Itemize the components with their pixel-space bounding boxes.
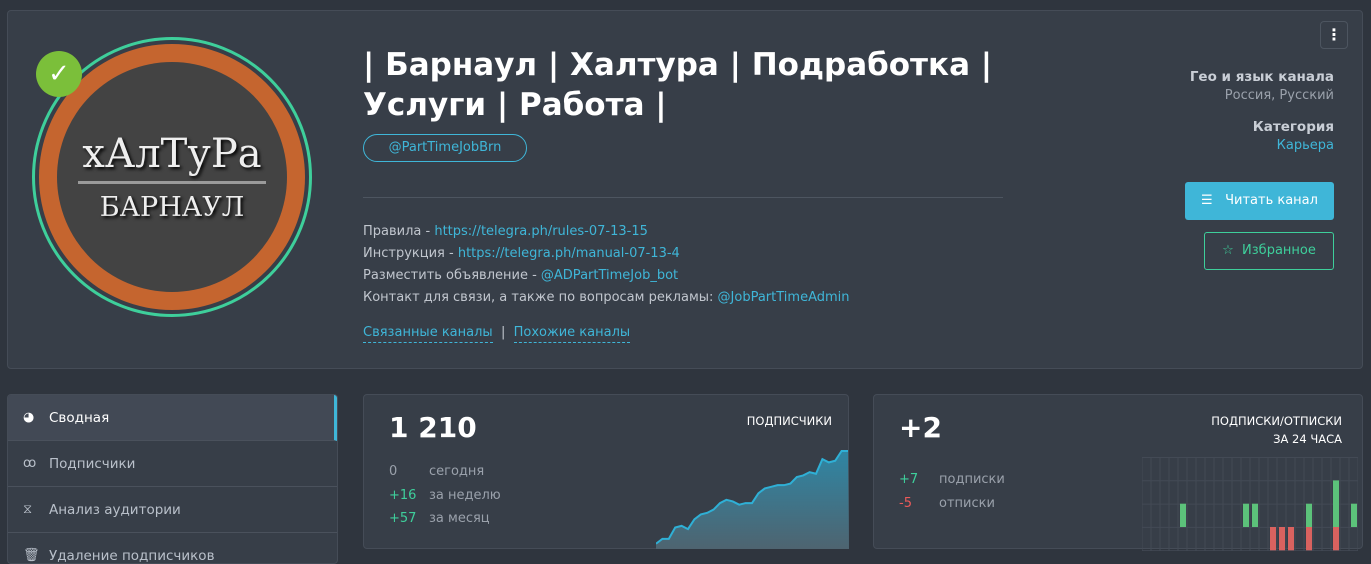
list-icon: ☰ <box>1201 193 1213 208</box>
sidebar-item-summary[interactable]: ◕ Сводная <box>8 395 337 441</box>
desc-text: Разместить объявление - <box>363 268 541 283</box>
subscribers-stats: 0 сегодня +16 за неделю +57 за месяц <box>389 460 501 531</box>
changes-bar-chart <box>1142 457 1358 551</box>
sidebar-label: Анализ аудитории <box>49 501 181 518</box>
rules-link[interactable]: https://telegra.ph/rules-07-13-15 <box>434 224 648 239</box>
desc-text: Контакт для связи, а также по вопросам р… <box>363 290 718 305</box>
geo-value: Россия, Русский <box>1224 88 1334 103</box>
channel-header: хАлТуРа БАРНАУЛ ✓ | Барнаул | Халтура | … <box>7 10 1363 369</box>
subscribe-bar <box>1252 503 1258 527</box>
divider <box>363 197 1003 198</box>
star-icon: ☆ <box>1222 243 1234 258</box>
logo-subtext: БАРНАУЛ <box>99 192 245 223</box>
stat-value: +7 <box>899 472 919 487</box>
verified-check-icon: ✓ <box>36 51 82 97</box>
category-label: Категория <box>1252 119 1334 135</box>
unsubscribe-bar <box>1279 527 1285 551</box>
sidebar-label: Удаление подписчиков <box>49 547 215 564</box>
similar-channels-link[interactable]: Похожие каналы <box>513 325 631 343</box>
stat-value: +57 <box>389 511 417 526</box>
geo-block: Гео и язык канала Россия, Русский <box>1190 69 1334 103</box>
stat-label: подписки <box>939 472 1005 487</box>
changes-stats: +7 подписки -5 отписки <box>899 468 1005 515</box>
sidebar-item-removal[interactable]: 🗑 Удаление подписчиков <box>8 533 337 564</box>
stat-label: за неделю <box>429 487 501 503</box>
changes-title: ПОДПИСКИ/ОТПИСКИ ЗА 24 ЧАСА <box>1211 412 1342 448</box>
unsubscribe-bar <box>1288 527 1294 551</box>
subscribe-bar <box>1333 480 1339 527</box>
bot-link[interactable]: @ADPartTimeJob_bot <box>541 268 678 283</box>
read-label: Читать канал <box>1225 193 1318 208</box>
stat-label: за месяц <box>429 511 490 526</box>
sidebar-label: Подписчики <box>49 455 136 472</box>
changes-card: +2 ПОДПИСКИ/ОТПИСКИ ЗА 24 ЧАСА +7 подписки… <box>873 394 1363 551</box>
subscribers-title: ПОДПИСЧИКИ <box>746 414 832 428</box>
sidebar-item-subscribers[interactable]: ꝏ Подписчики <box>8 441 337 487</box>
dashboard-icon: ◕ <box>23 410 35 425</box>
kebab-icon: ⋮ <box>1326 25 1342 44</box>
favorite-label: Избранное <box>1242 243 1316 258</box>
sidebar-label: Сводная <box>49 409 110 426</box>
unsubscribe-bar <box>1270 527 1276 551</box>
admin-link[interactable]: @JobPartTimeAdmin <box>718 290 850 305</box>
desc-text: Инструкция - <box>363 246 458 261</box>
subscribe-bar <box>1180 503 1186 527</box>
sidebar: ◕ Сводная ꝏ Подписчики ⧖ Анализ аудитории 🗑… <box>7 394 338 564</box>
changes-total: +2 <box>899 411 942 444</box>
subscribers-total: 1 210 <box>389 411 477 444</box>
more-menu-button[interactable]: ⋮ <box>1320 21 1348 49</box>
channel-description: Правила - https://telegra.ph/rules-07-13… <box>363 221 850 309</box>
subscribe-bar <box>1306 503 1312 527</box>
category-link[interactable]: Карьера <box>1277 138 1334 153</box>
channel-title: | Барнаул | Халтура | Подработка | Услуг… <box>363 47 993 123</box>
desc-text: Правила - <box>363 224 435 239</box>
category-block: Категория Карьера <box>1253 119 1334 153</box>
unsubscribe-bar <box>1306 527 1312 551</box>
stat-label: сегодня <box>429 464 485 479</box>
geo-label: Гео и язык канала <box>1189 69 1334 85</box>
users-icon: ꝏ <box>23 456 37 471</box>
unsubscribe-bar <box>1333 527 1339 551</box>
changes-title-line: ЗА 24 ЧАСА <box>1273 432 1342 446</box>
trash-icon: 🗑 <box>23 548 40 563</box>
separator: | <box>500 325 506 340</box>
stat-label: отписки <box>939 495 995 511</box>
subscribe-bar <box>1243 503 1249 527</box>
sidebar-item-audience[interactable]: ⧖ Анализ аудитории <box>8 487 337 533</box>
stat-value: +16 <box>389 487 417 503</box>
stat-value: 0 <box>389 464 398 479</box>
subscribers-area-chart <box>656 450 849 549</box>
manual-link[interactable]: https://telegra.ph/manual-07-13-4 <box>458 246 680 261</box>
favorite-button[interactable]: ☆ Избранное <box>1204 232 1334 270</box>
changes-title-line: ПОДПИСКИ/ОТПИСКИ <box>1211 414 1342 428</box>
related-channels-link[interactable]: Связанные каналы <box>363 325 493 343</box>
read-channel-button[interactable]: ☰ Читать канал <box>1185 182 1334 220</box>
logo-text: хАлТуРа <box>78 131 266 184</box>
channel-handle[interactable]: @PartTimeJobBrn <box>363 134 527 162</box>
subscribe-bar <box>1351 503 1357 527</box>
channel-links: Связанные каналы | Похожие каналы <box>363 325 631 343</box>
dna-icon: ⧖ <box>23 502 33 517</box>
stat-value: -5 <box>899 495 912 511</box>
subscribers-card: 1 210 ПОДПИСЧИКИ 0 сегодня +16 за неделю +… <box>363 394 849 549</box>
